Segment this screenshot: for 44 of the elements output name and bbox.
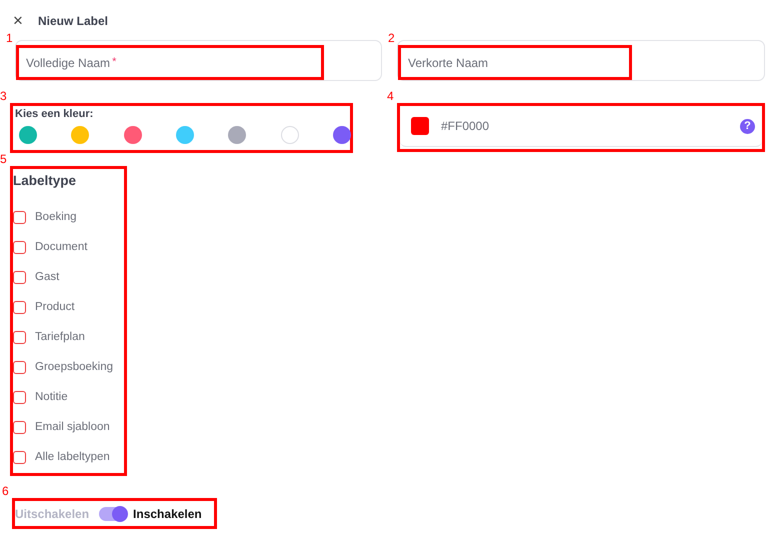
- checkbox-label: Boeking: [35, 211, 77, 223]
- annotation-number: 6: [2, 484, 9, 498]
- close-icon[interactable]: ×: [13, 14, 25, 28]
- checkbox[interactable]: [13, 270, 26, 284]
- checkbox-label: Groepsboeking: [35, 361, 113, 373]
- help-icon[interactable]: ?: [740, 118, 755, 134]
- checkbox-label: Tariefplan: [35, 331, 85, 343]
- checkbox-label: Alle labeltypen: [35, 451, 110, 463]
- color-value: #FF0000: [441, 119, 490, 133]
- annotation-number: 3: [0, 89, 7, 103]
- annotation-number: 5: [0, 152, 7, 166]
- color-swatch[interactable]: [280, 126, 299, 144]
- toggle-switch[interactable]: [99, 506, 128, 520]
- checkbox[interactable]: [13, 360, 26, 374]
- checkbox-label: Gast: [35, 271, 60, 283]
- color-swatch[interactable]: [71, 126, 90, 144]
- color-swatch[interactable]: [176, 126, 194, 144]
- toggle-label: Uitschakelen: [15, 506, 90, 520]
- placeholder-text: Volledige Naam *: [25, 56, 116, 70]
- checkbox[interactable]: [13, 300, 26, 314]
- annotation-number: 1: [6, 31, 13, 45]
- color-input-field[interactable]: #FF0000 ?: [400, 106, 762, 147]
- checkbox[interactable]: [13, 210, 26, 224]
- toggle-label: Inschakelen: [133, 506, 202, 520]
- checkbox[interactable]: [13, 390, 26, 404]
- checkbox[interactable]: [13, 240, 26, 254]
- checkbox[interactable]: [13, 420, 26, 434]
- color-swatch[interactable]: [411, 117, 429, 135]
- color-label: Kies een kleur:: [15, 108, 94, 120]
- checkbox-label: Notitie: [35, 391, 68, 403]
- checkbox-label: Email sjabloon: [35, 421, 110, 433]
- checkbox-label: Document: [35, 241, 88, 253]
- placeholder-text: Verkorte Naam: [407, 56, 488, 70]
- section-title: Labeltype: [13, 173, 76, 189]
- color-swatch[interactable]: [228, 126, 246, 144]
- checkbox[interactable]: [13, 330, 26, 344]
- annotation-number: 2: [388, 31, 395, 45]
- color-swatch[interactable]: [124, 126, 142, 144]
- annotation-number: 4: [387, 89, 394, 103]
- dialog-title: Nieuw Label: [38, 14, 108, 28]
- color-swatch[interactable]: [332, 126, 351, 144]
- checkbox[interactable]: [13, 450, 26, 464]
- checkbox-label: Product: [35, 301, 75, 313]
- color-swatch[interactable]: [19, 126, 37, 144]
